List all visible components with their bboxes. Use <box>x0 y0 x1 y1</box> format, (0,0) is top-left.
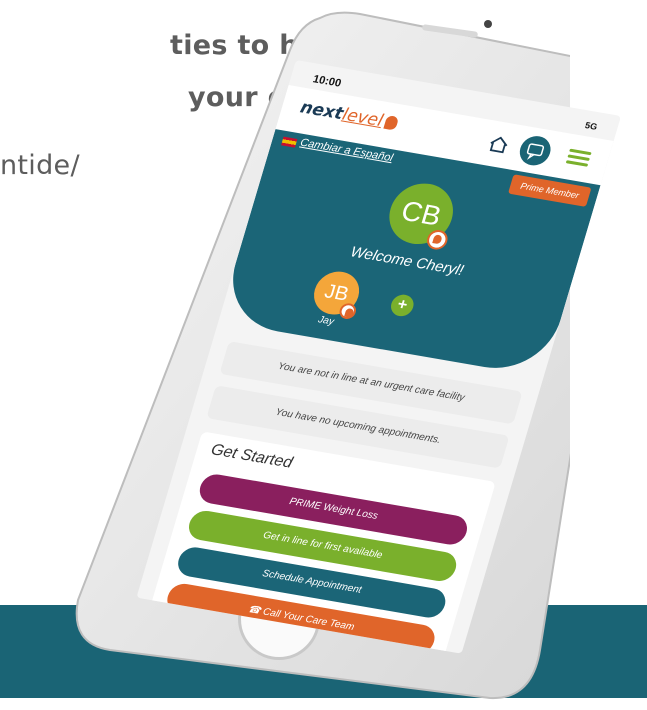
logo-text-level: level <box>339 104 386 131</box>
dependent-initials: JB <box>321 280 352 306</box>
app-logo[interactable]: nextlevel <box>298 98 400 134</box>
get-started-title: Get Started <box>208 441 295 472</box>
logo-text-next: next <box>297 97 346 125</box>
chat-icon <box>526 143 545 160</box>
background-headline-line-3: ntide/ <box>0 150 80 181</box>
chat-button[interactable] <box>516 133 555 168</box>
status-signal: 5G <box>583 120 599 132</box>
user-avatar[interactable]: CB <box>381 178 461 249</box>
logo-pin-icon <box>383 115 400 131</box>
status-time: 10:00 <box>311 73 343 90</box>
home-icon[interactable] <box>486 134 511 155</box>
add-dependent-button[interactable]: + <box>388 292 417 318</box>
dependent-name: Jay <box>316 314 336 328</box>
hamburger-menu-icon[interactable] <box>565 148 592 168</box>
phone-camera <box>484 20 492 28</box>
spain-flag-icon <box>281 136 298 148</box>
user-initials: CB <box>397 195 445 232</box>
